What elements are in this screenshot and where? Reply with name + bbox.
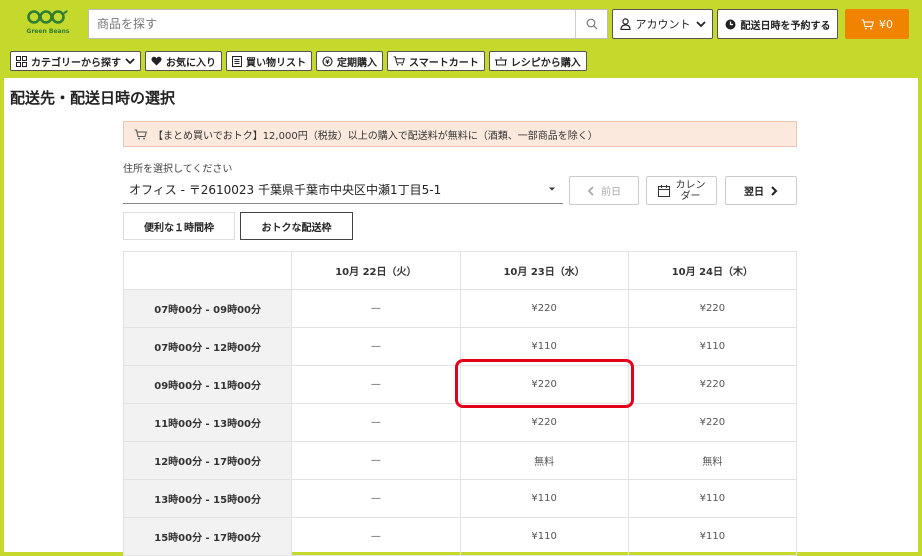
promo-banner: 【まとめ買いでおトク】12,000円（税抜）以上の購入で配送料が無料に（酒類、一… [123,121,797,147]
table-header-row: 10月 22日（火） 10月 23日（水） 10月 24日（木） [122,251,798,290]
table-row: 11時00分 - 13時00分 — ¥220 ¥220 [122,403,798,442]
slot-price[interactable]: 無料 [627,441,798,480]
calendar-label-line2: ダー [680,190,701,202]
tab-value-slots[interactable]: おトクな配送枠 [240,212,353,240]
slot-unavailable: — [291,441,461,480]
table-row: 09時00分 - 11時00分 — ¥220 ¥220 [122,365,798,404]
slot-price[interactable]: ¥220 [627,289,798,328]
cart-icon [134,128,147,139]
time-slot-label: 09時00分 - 11時00分 [122,365,293,404]
chevron-left-icon [587,185,594,196]
slot-price[interactable]: ¥110 [459,479,629,518]
address-select[interactable]: オフィス - 〒2610023 千葉県千葉市中央区中瀬1丁目5-1 [123,176,563,204]
promo-text: 【まとめ買いでおトク】12,000円（税抜）以上の購入で配送料が無料に（酒類、一… [153,130,598,142]
table-row: 07時00分 - 12時00分 — ¥110 ¥110 [122,327,798,366]
table-row: 15時00分 - 17時00分 — ¥110 ¥110 [122,517,798,556]
calendar-icon [657,184,670,197]
slot-price[interactable]: ¥110 [459,517,629,556]
slot-unavailable: — [291,403,461,442]
prev-day-button[interactable]: 前日 [569,176,639,205]
slot-price[interactable]: ¥220 [459,289,629,328]
time-slot-label: 11時00分 - 13時00分 [122,403,293,442]
tab-convenient-slots[interactable]: 便利な１時間枠 [123,212,235,240]
page-title: 配送先・配送日時の選択 [10,89,176,107]
slot-unavailable: — [291,517,461,556]
calendar-label-line1: カレン [675,179,706,191]
slot-price[interactable]: 無料 [459,441,629,480]
slot-price[interactable]: ¥220 [627,365,798,404]
time-slot-label: 12時00分 - 17時00分 [122,441,293,480]
delivery-slot-table: 10月 22日（火） 10月 23日（水） 10月 24日（木） 07時00分 … [122,251,798,556]
next-day-label: 翌日 [744,187,764,198]
slot-price[interactable]: ¥220 [627,403,798,442]
slot-unavailable: — [291,479,461,518]
calendar-button[interactable]: カレン ダー [646,176,717,205]
time-slot-label: 13時00分 - 15時00分 [122,479,293,518]
slot-unavailable: — [291,327,461,366]
table-row: 12時00分 - 17時00分 — 無料 無料 [122,441,798,480]
slot-price[interactable]: ¥110 [627,327,798,366]
slot-unavailable: — [291,365,461,404]
time-slot-label: 07時00分 - 12時00分 [122,327,293,366]
date-header: 10月 24日（木） [627,251,798,290]
address-label: 住所を選択してください [123,164,233,175]
table-row: 13時00分 - 15時00分 — ¥110 ¥110 [122,479,798,518]
address-selected-value: オフィス - 〒2610023 千葉県千葉市中央区中瀬1丁目5-1 [129,183,442,197]
chevron-right-icon [771,185,778,196]
slot-unavailable: — [291,289,461,328]
table-corner [122,251,293,290]
slot-price[interactable]: ¥110 [627,479,798,518]
slot-price[interactable]: ¥220 [459,365,629,404]
slot-price[interactable]: ¥220 [459,403,629,442]
prev-day-label: 前日 [601,187,621,198]
date-header: 10月 23日（水） [459,251,629,290]
calendar-label: カレン ダー [676,180,706,202]
slot-price[interactable]: ¥110 [627,517,798,556]
caret-down-icon [549,187,555,191]
time-slot-label: 15時00分 - 17時00分 [122,517,293,556]
time-slot-label: 07時00分 - 09時00分 [122,289,293,328]
slot-price[interactable]: ¥110 [459,327,629,366]
table-row: 07時00分 - 09時00分 — ¥220 ¥220 [122,289,798,328]
date-header: 10月 22日（火） [291,251,461,290]
next-day-button[interactable]: 翌日 [725,176,797,205]
